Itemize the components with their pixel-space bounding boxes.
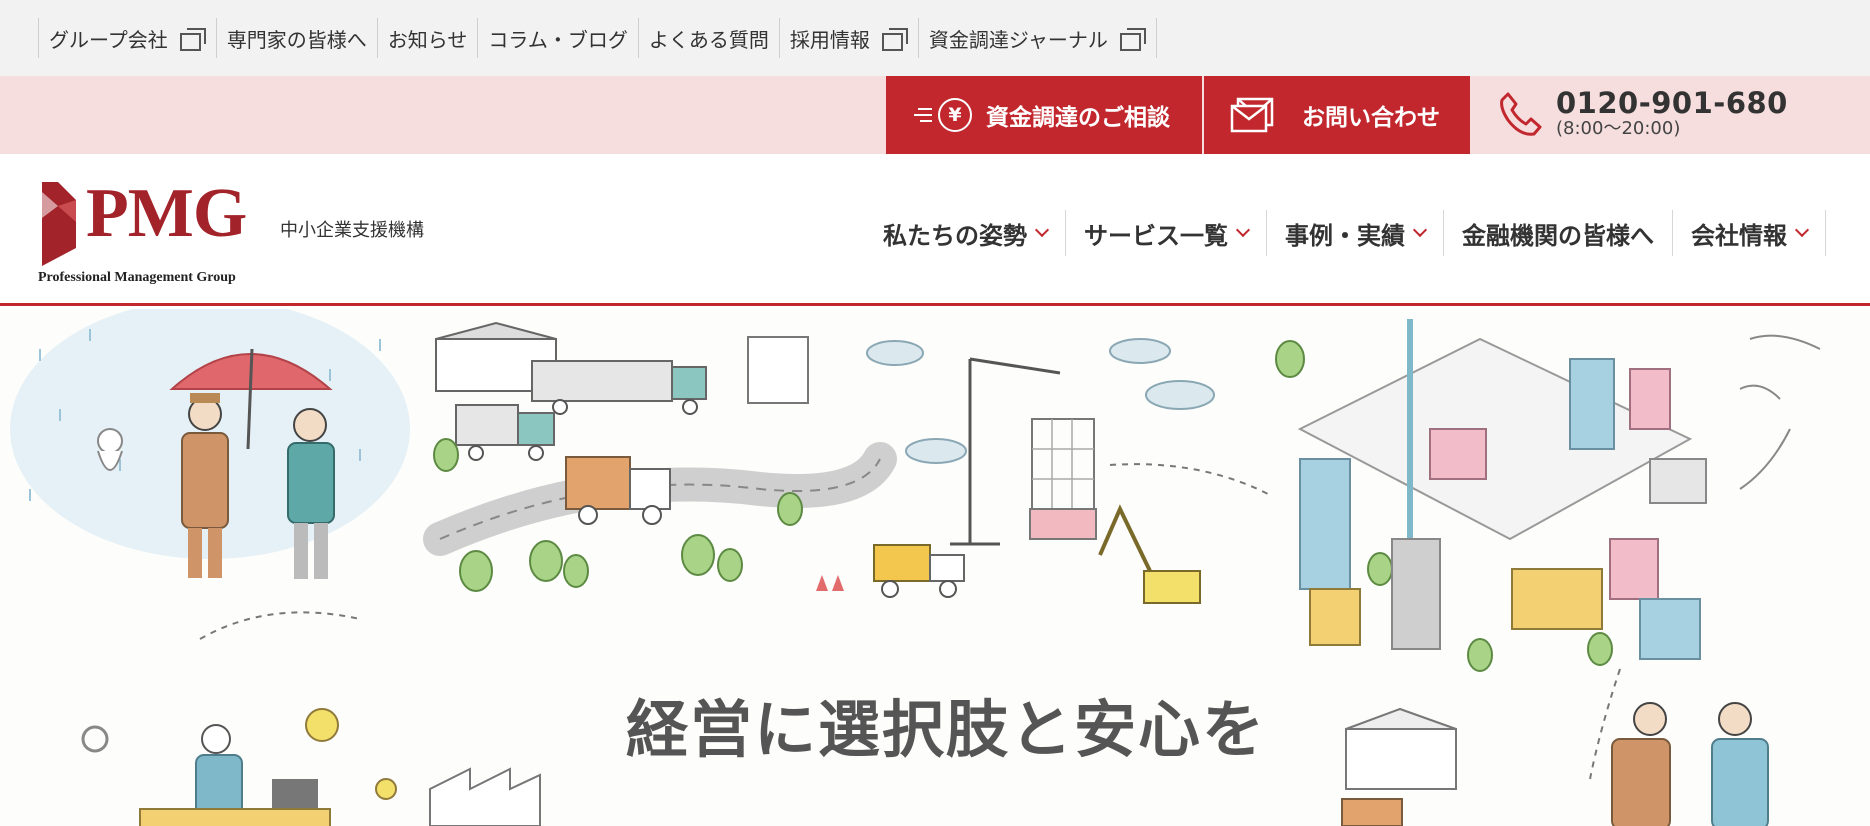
chevron-down-icon	[1794, 222, 1810, 238]
utility-link-label: コラム・ブログ	[488, 27, 628, 52]
global-nav: 私たちの姿勢 サービス一覧 事例・実績 金融機関の皆様へ 会社情報	[865, 210, 1826, 256]
chevron-down-icon	[1412, 222, 1428, 238]
phone-icon	[1500, 92, 1542, 136]
utility-link-funding-journal[interactable]: 資金調達ジャーナル	[917, 18, 1157, 58]
utility-link-column-blog[interactable]: コラム・ブログ	[477, 18, 637, 58]
phone-contact[interactable]: 0120-901-680 (8:00〜20:00)	[1498, 88, 1788, 140]
phone-number: 0120-901-680	[1556, 86, 1788, 120]
funding-consultation-button[interactable]: ¥ 資金調達のご相談	[886, 76, 1202, 154]
utility-bar: グループ会社 専門家の皆様へ お知らせ コラム・ブログ よくある質問 採用情報 …	[0, 0, 1870, 76]
contact-bar: ¥ 資金調達のご相談 お問い合わせ 0120-901-680 (8:00〜20:…	[0, 76, 1870, 154]
inquiry-button[interactable]: お問い合わせ	[1204, 76, 1470, 154]
site-header: PMG Professional Management Group 中小企業支援…	[0, 154, 1870, 306]
phone-hours: (8:00〜20:00)	[1556, 118, 1681, 139]
yen-icon: ¥	[938, 98, 972, 132]
chevron-down-icon	[1034, 222, 1050, 238]
utility-link-label: 採用情報	[789, 27, 870, 52]
utility-link-label: お知らせ	[387, 27, 468, 52]
hero-catchphrase: 経営に選択肢と安心を	[626, 693, 1267, 766]
logo-subtitle: Professional Management Group	[38, 270, 236, 285]
nav-item-services[interactable]: サービス一覧	[1065, 210, 1266, 256]
utility-link-faq[interactable]: よくある質問	[637, 18, 779, 58]
external-link-icon	[1119, 28, 1146, 51]
logo-mark-icon	[42, 182, 76, 266]
nav-item-financial-institutions[interactable]: 金融機関の皆様へ	[1443, 210, 1672, 256]
utility-link-for-experts[interactable]: 専門家の皆様へ	[215, 18, 377, 58]
mail-icon	[1230, 97, 1274, 133]
funding-consultation-label: 資金調達のご相談	[986, 105, 1170, 131]
utility-link-label: 資金調達ジャーナル	[928, 27, 1108, 52]
utility-link-label: よくある質問	[648, 27, 769, 52]
nav-item-cases[interactable]: 事例・実績	[1266, 210, 1443, 256]
chevron-down-icon	[1235, 222, 1251, 238]
speed-lines-icon	[914, 104, 932, 126]
nav-item-label: 私たちの姿勢	[883, 221, 1027, 250]
utility-link-recruit[interactable]: 採用情報	[778, 18, 918, 58]
utility-link-news[interactable]: お知らせ	[376, 18, 478, 58]
nav-item-label: サービス一覧	[1084, 221, 1228, 250]
utility-link-label: グループ会社	[49, 27, 168, 52]
nav-item-label: 金融機関の皆様へ	[1462, 221, 1654, 250]
inquiry-label: お問い合わせ	[1302, 105, 1440, 131]
logo-wordmark: PMG	[86, 175, 247, 252]
hero-section: 経営に選択肢と安心を	[0, 309, 1870, 826]
utility-link-group-companies[interactable]: グループ会社	[38, 18, 216, 58]
nav-item-our-stance[interactable]: 私たちの姿勢	[865, 210, 1065, 256]
external-link-icon	[179, 28, 206, 51]
nav-item-label: 会社情報	[1691, 221, 1787, 250]
nav-item-company-info[interactable]: 会社情報	[1672, 210, 1826, 256]
external-link-icon	[881, 28, 908, 51]
nav-item-label: 事例・実績	[1285, 221, 1405, 250]
utility-nav: グループ会社 専門家の皆様へ お知らせ コラム・ブログ よくある質問 採用情報 …	[0, 0, 1870, 76]
tagline: 中小企業支援機構	[280, 220, 424, 241]
utility-link-label: 専門家の皆様へ	[226, 27, 367, 52]
